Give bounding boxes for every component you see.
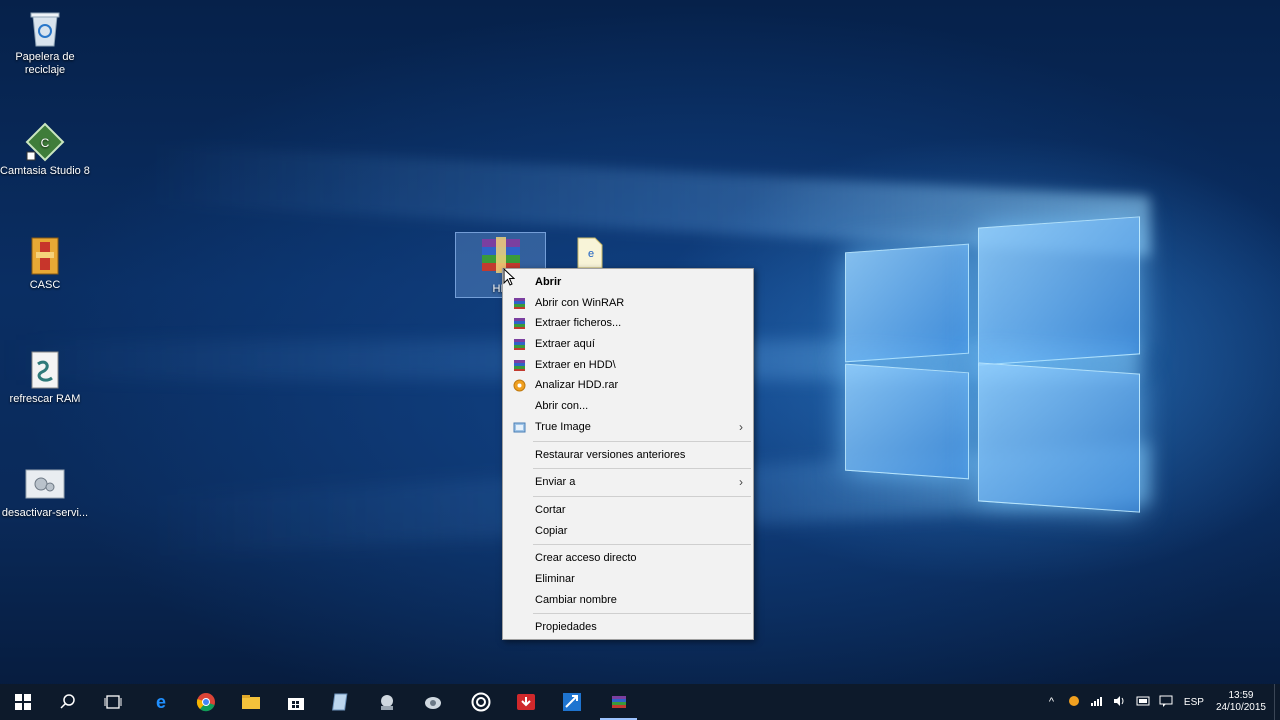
clock-time: 13:59 — [1228, 690, 1254, 701]
search-icon — [59, 694, 75, 709]
desktop-icon-label: Camtasia Studio 8 — [0, 165, 90, 177]
edge-icon: e — [155, 692, 165, 712]
desktop-icon-label: refrescar RAM — [9, 393, 81, 405]
context-menu: Abrir Abrir con WinRAR Extraer ficheros.… — [502, 268, 754, 640]
menu-item-copiar[interactable]: Copiar — [503, 521, 753, 542]
language-indicator[interactable]: ESP — [1178, 697, 1210, 708]
mixer-icon — [424, 697, 441, 709]
desktop-icon-camtasia[interactable]: C Camtasia Studio 8 — [0, 122, 90, 178]
menu-separator — [533, 440, 751, 442]
menu-item-restaurar-versiones[interactable]: Restaurar versiones anteriores — [503, 445, 753, 466]
menu-item-propiedades[interactable]: Propiedades — [503, 617, 753, 638]
taskbar-ftp[interactable] — [549, 684, 594, 720]
winrar-taskbar-icon — [611, 696, 626, 708]
winrar-icon — [514, 318, 525, 330]
chrome-icon — [196, 693, 215, 712]
clock[interactable]: 13:59 24/10/2015 — [1210, 690, 1274, 714]
start-icon — [14, 694, 31, 710]
taskbar-download-manager[interactable] — [503, 684, 548, 720]
menu-item-analizar[interactable]: Analizar HDD.rar — [503, 375, 753, 396]
notepad-icon — [331, 693, 347, 711]
chevron-up-icon[interactable]: ^ — [1040, 696, 1063, 708]
svg-text:C: C — [41, 136, 50, 150]
taskbar-winrar[interactable] — [596, 684, 641, 720]
menu-item-eliminar[interactable]: Eliminar — [503, 569, 753, 590]
antivirus-icon — [513, 379, 526, 392]
menu-item-true-image[interactable]: True Image › — [503, 417, 753, 438]
windows-logo-pane — [845, 363, 969, 480]
settings-file-icon — [25, 464, 65, 504]
desktop-icon-label: desactivar-servi... — [1, 507, 89, 519]
menu-separator — [533, 468, 751, 470]
taskbar-mixer[interactable] — [410, 684, 455, 720]
menu-item-extraer-aqui[interactable]: Extraer aquí — [503, 334, 753, 355]
system-tray: ^ ESP 13:59 24/10/2015 — [1040, 684, 1280, 720]
network-icon — [380, 695, 393, 710]
taskbar-edge[interactable]: e — [138, 684, 183, 720]
winrar-icon — [514, 297, 525, 309]
menu-item-abrir-con[interactable]: Abrir con... — [503, 396, 753, 417]
desktop-icon-refrescar-ram[interactable]: refrescar RAM — [0, 350, 90, 406]
volume-icon[interactable] — [1109, 695, 1132, 710]
menu-item-cortar[interactable]: Cortar — [503, 500, 753, 521]
task-view-button[interactable] — [90, 684, 135, 720]
ftp-icon — [562, 693, 581, 711]
winrar-icon — [514, 339, 525, 351]
recycle-bin-icon — [25, 8, 65, 48]
taskbar-file-explorer[interactable] — [228, 684, 273, 720]
windows-logo-pane — [978, 362, 1140, 513]
search-button[interactable] — [45, 684, 90, 720]
winrar-sfx-icon — [25, 236, 65, 276]
store-icon — [287, 698, 304, 710]
windows-logo-pane — [845, 243, 969, 363]
menu-item-extraer-en-hdd[interactable]: Extraer en HDD\ — [503, 355, 753, 376]
camtasia-icon: C — [25, 122, 65, 162]
menu-separator — [533, 613, 751, 615]
menu-item-enviar-a[interactable]: Enviar a › — [503, 472, 753, 493]
chevron-right-icon: › — [739, 419, 743, 434]
taskbar-chrome[interactable] — [183, 684, 228, 720]
taskbar-media-player[interactable] — [458, 684, 503, 720]
menu-separator — [533, 544, 751, 546]
taskbar: e ^ ESP 13:59 24/10/2015 — [0, 684, 1280, 720]
svg-text:e: e — [155, 692, 165, 712]
script-icon — [25, 350, 65, 390]
task-view-icon — [104, 695, 121, 709]
media-player-icon — [471, 692, 490, 712]
start-button[interactable] — [0, 684, 45, 720]
notifications-icon[interactable] — [1155, 695, 1178, 710]
menu-item-cambiar-nombre[interactable]: Cambiar nombre — [503, 590, 753, 611]
taskbar-notepad[interactable] — [318, 684, 363, 720]
menu-separator — [533, 495, 751, 497]
desktop-icon-casc[interactable]: CASC — [0, 236, 90, 292]
clock-date: 24/10/2015 — [1215, 702, 1266, 713]
chevron-right-icon: › — [739, 475, 743, 490]
true-image-icon — [513, 422, 526, 433]
menu-item-extraer-ficheros[interactable]: Extraer ficheros... — [503, 313, 753, 334]
taskbar-store[interactable] — [273, 684, 318, 720]
download-manager-icon — [516, 694, 535, 710]
menu-item-abrir-con-winrar[interactable]: Abrir con WinRAR — [503, 293, 753, 314]
wifi-icon[interactable] — [1132, 695, 1155, 710]
show-desktop-button[interactable] — [1274, 684, 1280, 720]
winrar-icon — [514, 359, 525, 371]
svg-text:e: e — [588, 248, 594, 260]
menu-item-abrir[interactable]: Abrir — [503, 272, 753, 293]
file-explorer-icon — [241, 695, 260, 709]
desktop-icon-label: Papelera de reciclaje — [15, 51, 75, 76]
windows-logo-pane — [978, 216, 1140, 366]
network-status-icon[interactable] — [1086, 695, 1109, 710]
desktop-icon-desactivar-servicios[interactable]: desactivar-servi... — [0, 464, 90, 520]
desktop-icon-label: CASC — [29, 279, 61, 291]
mouse-cursor-icon — [503, 267, 516, 291]
taskbar-network-app[interactable] — [364, 684, 409, 720]
desktop-icon-recycle-bin[interactable]: Papelera de reciclaje — [0, 8, 90, 77]
menu-item-crear-acceso-directo[interactable]: Crear acceso directo — [503, 548, 753, 569]
tray-app-icon[interactable] — [1063, 695, 1086, 710]
